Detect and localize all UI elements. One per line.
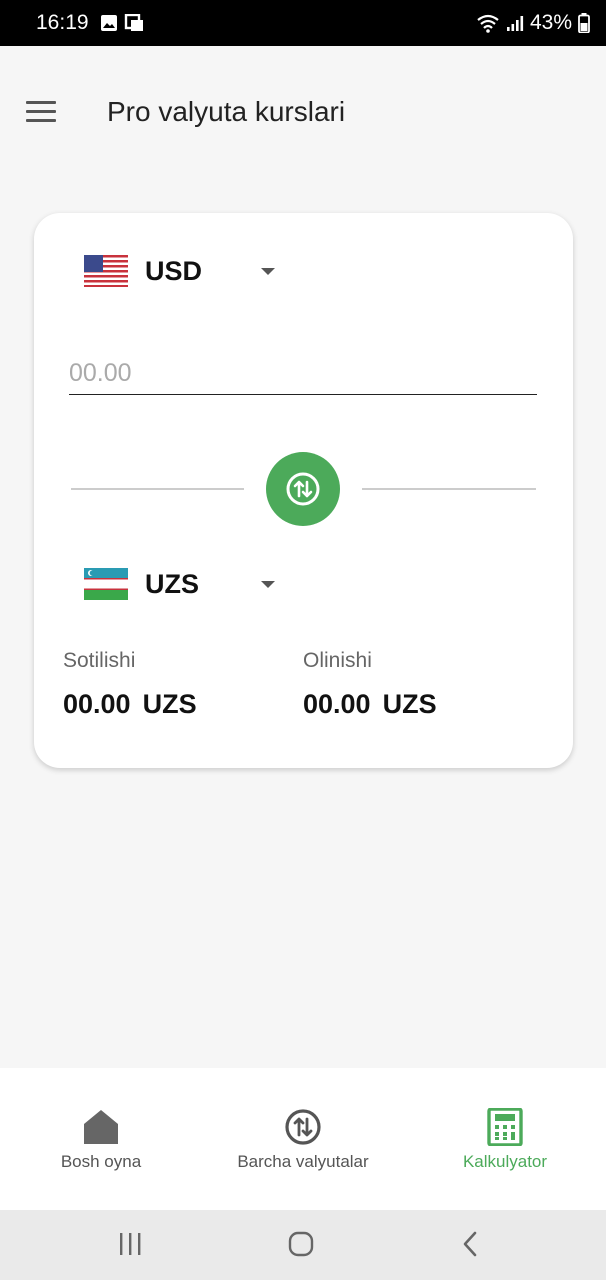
us-flag-icon	[84, 255, 128, 287]
calculator-icon	[487, 1108, 523, 1146]
buy-rate-value-row: 00.00 UZS	[303, 689, 437, 720]
notification-icons	[100, 14, 144, 32]
nav-item-label: Kalkulyator	[462, 1152, 548, 1171]
uz-flag-icon	[84, 568, 128, 600]
system-navigation-bar	[0, 1210, 606, 1280]
nav-item-all-currencies[interactable]: Barcha valyutalar	[203, 1108, 403, 1172]
nav-item-label: Bosh oyna	[60, 1152, 142, 1171]
nav-item-label: Barcha valyutalar	[237, 1152, 369, 1171]
swap-icon	[286, 472, 320, 506]
device-notification-icon	[124, 14, 143, 31]
signal-icon	[506, 16, 524, 31]
sell-rate-unit: UZS	[142, 689, 197, 719]
status-bar: 16:19 43%	[0, 0, 606, 46]
home-button-icon[interactable]	[287, 1230, 315, 1258]
nav-item-home[interactable]: Bosh oyna	[1, 1108, 201, 1172]
to-currency-select[interactable]: UZS	[84, 568, 275, 600]
battery-percent: 43%	[529, 11, 572, 34]
sell-rate-value: 00.00	[63, 689, 131, 719]
buy-rate-label: Olinishi	[303, 649, 372, 672]
divider-right	[362, 488, 536, 490]
battery-icon	[578, 13, 590, 33]
chevron-down-icon	[261, 267, 275, 275]
menu-icon[interactable]	[26, 101, 56, 123]
swap-currencies-button[interactable]	[266, 452, 340, 526]
back-icon[interactable]	[460, 1230, 480, 1258]
amount-input[interactable]	[69, 353, 537, 395]
app-bar: Pro valyuta kurslari	[0, 46, 606, 176]
sell-rate-value-row: 00.00 UZS	[63, 689, 197, 720]
sell-rate-label: Sotilishi	[63, 649, 136, 672]
chevron-down-icon	[261, 580, 275, 588]
page-title: Pro valyuta kurslari	[107, 96, 346, 127]
home-icon	[84, 1110, 118, 1144]
image-notification-icon	[101, 15, 117, 31]
system-status-icons: 43%	[476, 11, 590, 35]
recent-apps-icon[interactable]	[118, 1230, 142, 1258]
divider-left	[71, 488, 244, 490]
bottom-navigation: Bosh oyna Barcha valyutalar Kalkulyator	[0, 1068, 606, 1210]
from-currency-select[interactable]: USD	[84, 255, 275, 287]
converter-card: USD UZS Sotilishi 00.00UZS Olinish	[34, 213, 573, 768]
nav-item-calculator[interactable]: Kalkulyator	[405, 1108, 605, 1172]
buy-rate: Olinishi 00.00 UZS	[303, 649, 437, 720]
sell-rate: Sotilishi 00.00 UZS	[63, 649, 197, 720]
from-currency-code: USD	[145, 255, 203, 286]
buy-rate-value: 00.00	[303, 689, 371, 719]
to-currency-code: UZS	[145, 568, 199, 599]
swap-icon	[285, 1109, 321, 1145]
wifi-icon	[477, 14, 499, 33]
buy-rate-unit: UZS	[382, 689, 437, 719]
status-time: 16:19	[36, 11, 89, 34]
